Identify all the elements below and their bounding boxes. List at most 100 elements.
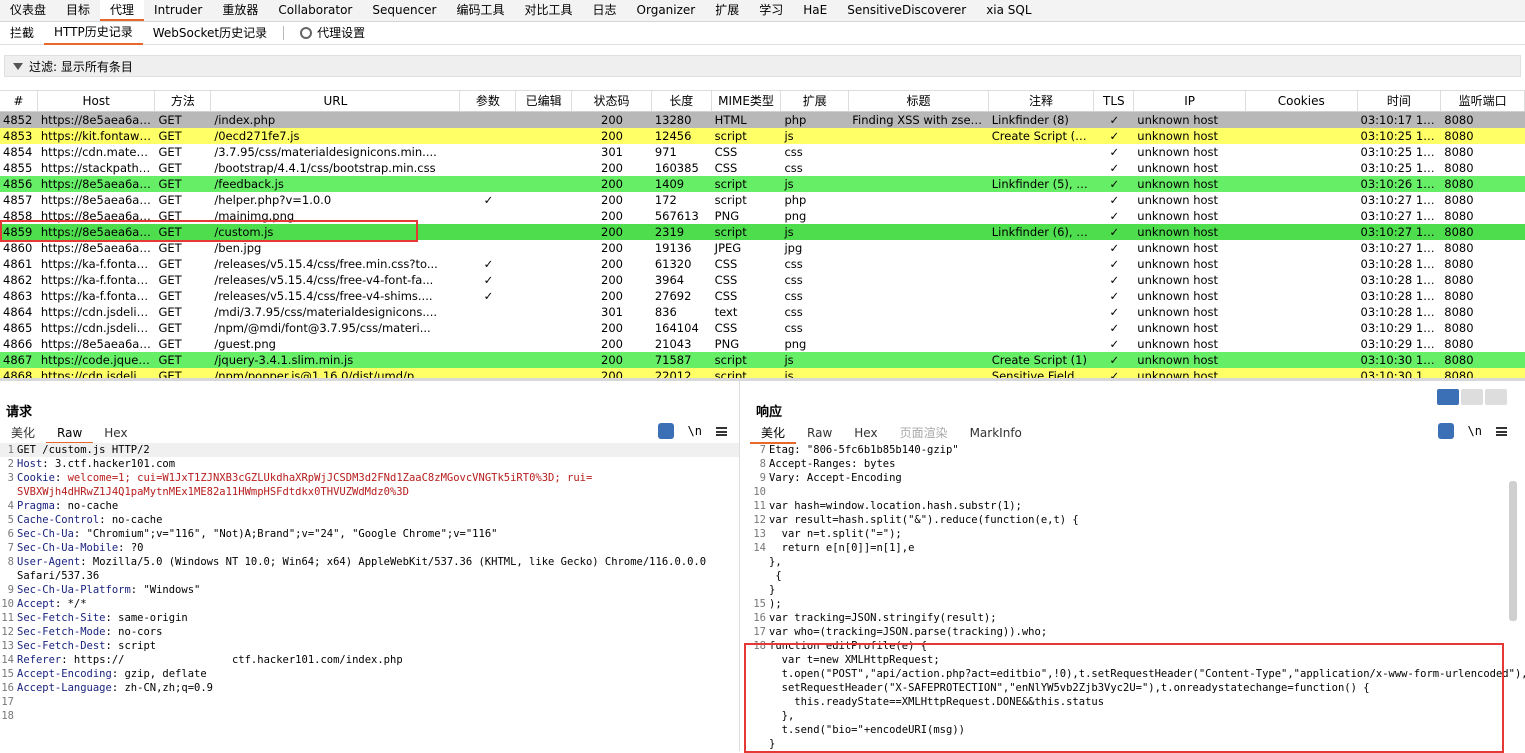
table-cell: 971 (654, 145, 677, 159)
header-value: zh-CN,zh;q=0.9 (124, 682, 213, 694)
table-cell: script (714, 129, 747, 143)
column-header[interactable]: 已编辑 (516, 91, 573, 111)
column-header[interactable]: MIME类型 (712, 91, 782, 111)
table-cell (1246, 224, 1358, 240)
table-row[interactable]: 4858 https://8e5aea6af6... GET/mainimg.png… (0, 208, 1525, 224)
table-row[interactable]: 4857 https://8e5aea6af6... GET/helper.php?… (0, 192, 1525, 208)
editor-tab[interactable]: 美化 (750, 424, 797, 444)
layout-side-by-side-icon[interactable] (1437, 389, 1459, 405)
table-row[interactable]: 4867 https://code.jquery... GET/jquery-3.4… (0, 352, 1525, 368)
code-line: 12 Sec-Fetch-Mode: no-cors (0, 625, 739, 639)
line-number: 5 (7, 514, 14, 526)
nav-tab[interactable]: 学习 (749, 0, 793, 21)
table-cell: GET (158, 289, 182, 303)
proxy-settings-button[interactable]: 代理设置 (290, 22, 375, 44)
editor-tab[interactable]: Hex (93, 424, 138, 444)
table-row[interactable]: 4862 https://ka-f.fontaw... GET/releases/v… (0, 272, 1525, 288)
menu-icon[interactable] (716, 426, 727, 436)
table-row[interactable]: 4865 https://cdn.jsdelivr.... GET/npm/@mdi… (0, 320, 1525, 336)
column-header[interactable]: 扩展 (781, 91, 850, 111)
editor-tab[interactable]: 美化 (0, 424, 46, 444)
line-text: Accept-Ranges: bytes (769, 458, 896, 470)
table-row[interactable]: 4856 https://8e5aea6af6... GET/feedback.js… (0, 176, 1525, 192)
column-header[interactable]: Host (38, 91, 156, 111)
request-editor[interactable]: 1 GET /custom.js HTTP/2 2 Host: 3.ctf.hacke… (0, 443, 739, 751)
column-header[interactable]: 标题 (849, 91, 989, 111)
nav-tab[interactable]: xia SQL (976, 0, 1041, 21)
nav-tab[interactable]: Organizer (627, 0, 706, 21)
nav-tab[interactable]: 日志 (583, 0, 627, 21)
line-number: 8 (759, 458, 766, 470)
line-text: { (769, 570, 782, 582)
nav-tab[interactable]: 扩展 (705, 0, 749, 21)
response-editor[interactable]: 7 Etag: "806-5fc6b1b85b140-gzip" 8 Accept-R… (752, 443, 1525, 751)
line-number: 13 (753, 528, 766, 540)
nav-tab[interactable]: SensitiveDiscoverer (837, 0, 976, 21)
scrollbar[interactable] (1509, 481, 1517, 621)
table-row[interactable]: 4861 https://ka-f.fontaw... GET/releases/v… (0, 256, 1525, 272)
table-row[interactable]: 4863 https://ka-f.fontaw... GET/releases/v… (0, 288, 1525, 304)
table-row[interactable]: 4859 https://8e5aea6af6... GET/custom.js 20… (0, 224, 1525, 240)
tab-websocket-history[interactable]: WebSocket历史记录 (143, 22, 277, 44)
column-header[interactable]: # (0, 91, 38, 111)
tab-http-history[interactable]: HTTP历史记录 (44, 21, 143, 45)
column-header[interactable]: IP (1134, 91, 1246, 111)
newline-toggle[interactable]: \n (688, 424, 702, 438)
code-line: 8 Accept-Ranges: bytes (752, 457, 1525, 471)
nav-tab[interactable]: 编码工具 (446, 0, 514, 21)
filter-bar[interactable]: 过滤: 显示所有条目 (4, 55, 1521, 77)
table-cell: 836 (654, 305, 677, 319)
editor-tab[interactable]: 页面渲染 (889, 424, 959, 444)
table-row[interactable]: 4868 https://cdn.jsdelivr... GET/npm/poppe… (0, 368, 1525, 378)
column-header[interactable]: URL (211, 91, 461, 111)
nav-tab[interactable]: 仪表盘 (0, 0, 56, 21)
table-row[interactable]: 4864 https://cdn.jsdelivr.... GET/mdi/3.7.… (0, 304, 1525, 320)
column-header[interactable]: 参数 (460, 91, 517, 111)
table-cell (1246, 304, 1358, 320)
table-cell: https://kit.fontawes... (40, 129, 156, 143)
table-row[interactable]: 4853 https://kit.fontawes... GET/0ecd271fe… (0, 128, 1525, 144)
column-header[interactable]: 注释 (989, 91, 1095, 111)
nav-tab[interactable]: Intruder (144, 0, 212, 21)
code-line: 2 Host: 3.ctf.hacker101.com (0, 457, 739, 471)
table-cell: ✓ (1109, 305, 1120, 319)
nav-tab[interactable]: 代理 (100, 0, 145, 21)
editor-tab[interactable]: Raw (796, 424, 843, 444)
code-line: 13 var n=t.split("="); (752, 527, 1525, 541)
menu-icon[interactable] (1496, 426, 1507, 436)
line-number (752, 681, 766, 695)
pretty-toggle-icon[interactable] (1437, 423, 1454, 439)
table-row[interactable]: 4852 https://8e5aea6af6... GET/index.php 20… (0, 112, 1525, 128)
table-row[interactable]: 4860 https://8e5aea6af6... GET/ben.jpg 200 1… (0, 240, 1525, 256)
table-row[interactable]: 4855 https://stackpath.b... GET/bootstrap/… (0, 160, 1525, 176)
nav-tab[interactable]: 重放器 (212, 0, 268, 21)
column-header[interactable]: Cookies (1246, 91, 1358, 111)
table-row[interactable]: 4854 https://cdn.materia... GET/3.7.95/css… (0, 144, 1525, 160)
editor-tab[interactable]: MarkInfo (959, 424, 1033, 444)
nav-tab[interactable]: Sequencer (362, 0, 446, 21)
line-text: var tracking=JSON.stringify(result); (769, 612, 997, 624)
table-cell: Linkfinder (5), Us... (991, 177, 1095, 191)
editor-tab[interactable]: Raw (46, 424, 94, 444)
column-header[interactable]: 方法 (155, 91, 212, 111)
table-cell: 567613 (654, 209, 699, 223)
nav-tab[interactable]: HaE (793, 0, 837, 21)
nav-tab[interactable]: 对比工具 (515, 0, 583, 21)
newline-toggle[interactable]: \n (1468, 424, 1482, 438)
table-cell (516, 112, 572, 128)
pretty-toggle-icon[interactable] (657, 423, 674, 439)
editor-tab[interactable]: Hex (843, 424, 888, 444)
column-header[interactable]: 长度 (652, 91, 712, 111)
header-value: Mozilla/5.0 (Windows NT 10.0; Win64; x64… (92, 556, 707, 568)
layout-tabs-icon[interactable] (1485, 389, 1507, 405)
table-cell: 03:10:30 17 1... (1360, 353, 1442, 367)
table-row[interactable]: 4866 https://8e5aea6af6... GET/guest.png 20… (0, 336, 1525, 352)
nav-tab[interactable]: Collaborator (268, 0, 362, 21)
column-header[interactable]: 监听端口 (1441, 91, 1525, 111)
tab-intercept[interactable]: 拦截 (0, 22, 44, 44)
nav-tab[interactable]: 目标 (56, 0, 100, 21)
layout-stacked-icon[interactable] (1461, 389, 1483, 405)
column-header[interactable]: 状态码 (572, 91, 652, 111)
column-header[interactable]: TLS (1094, 91, 1135, 111)
column-header[interactable]: 时间 (1358, 91, 1442, 111)
